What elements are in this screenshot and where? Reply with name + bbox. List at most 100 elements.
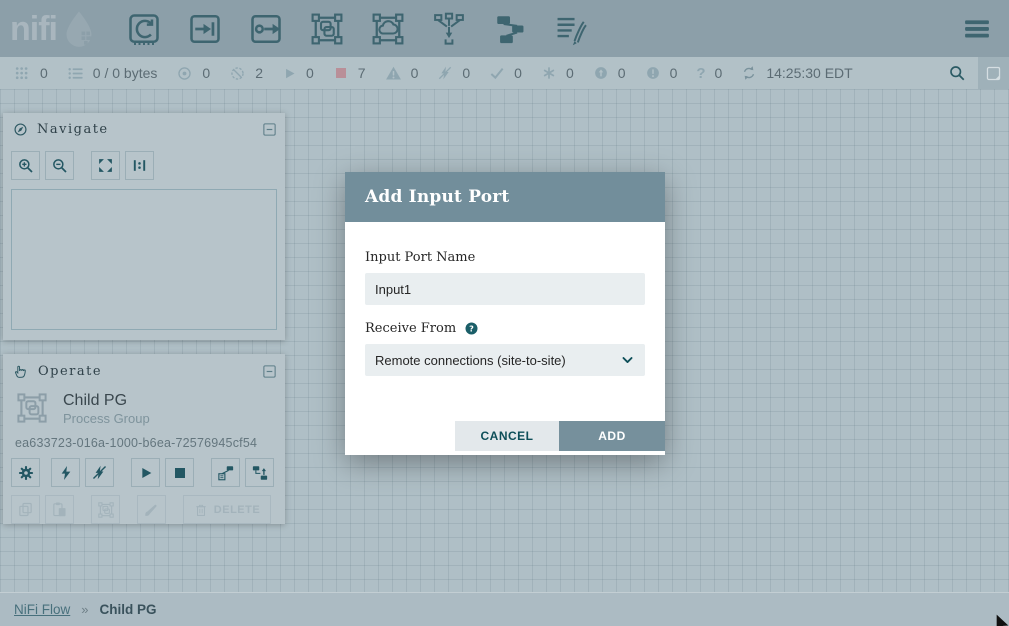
copy-button[interactable] bbox=[11, 495, 40, 524]
save-template-button[interactable] bbox=[211, 458, 240, 487]
process-group-icon bbox=[309, 11, 345, 47]
receive-from-selected-value: Remote connections (site-to-site) bbox=[375, 353, 566, 368]
question-circle-icon bbox=[464, 321, 479, 336]
breadcrumb-current: Child PG bbox=[99, 602, 156, 617]
selection-type: Process Group bbox=[63, 411, 150, 426]
stop-button[interactable] bbox=[165, 458, 194, 487]
dialog-header: Add Input Port bbox=[345, 172, 665, 222]
panel-toggle-icon bbox=[985, 65, 1002, 82]
threads-icon bbox=[14, 65, 31, 82]
global-menu-button[interactable] bbox=[961, 16, 993, 42]
process-group-icon bbox=[15, 391, 49, 425]
hand-pointer-icon bbox=[13, 363, 29, 379]
paste-icon bbox=[51, 501, 68, 518]
running-count: 0 bbox=[306, 65, 314, 81]
navigate-toolbar bbox=[3, 145, 285, 180]
receive-from-label-text: Receive From bbox=[365, 321, 456, 336]
delete-button[interactable]: DELETE bbox=[183, 495, 271, 524]
stat-transmitting: 0 bbox=[176, 65, 210, 82]
input-port-name-field[interactable] bbox=[365, 273, 645, 305]
stat-stopped: 7 bbox=[333, 65, 366, 81]
fill-color-button[interactable] bbox=[137, 495, 166, 524]
copy-icon bbox=[17, 501, 34, 518]
process-group-draggable[interactable] bbox=[308, 10, 346, 48]
operate-toolbar-row1 bbox=[3, 450, 285, 487]
paste-button[interactable] bbox=[45, 495, 74, 524]
zoom-fit-icon bbox=[97, 157, 114, 174]
operate-panel-header: Operate bbox=[3, 354, 285, 387]
enable-button[interactable] bbox=[51, 458, 80, 487]
nifi-app-window: nifi 0 0 / 0 bytes 0 2 0 7 0 0 0 0 0 0 ?… bbox=[0, 0, 1009, 626]
stopped-count: 7 bbox=[358, 65, 366, 81]
locally-modified-stale-icon bbox=[645, 65, 661, 81]
processor-draggable[interactable] bbox=[125, 10, 163, 48]
label-draggable[interactable] bbox=[552, 10, 590, 48]
refresh-button[interactable] bbox=[741, 65, 757, 81]
panel-toggle-button[interactable] bbox=[978, 57, 1009, 89]
fill-color-brush-icon bbox=[143, 501, 160, 518]
receive-from-help-button[interactable] bbox=[464, 321, 479, 336]
start-button[interactable] bbox=[131, 458, 160, 487]
running-icon bbox=[282, 66, 297, 81]
stat-queued: 0 / 0 bytes bbox=[67, 65, 158, 82]
template-draggable[interactable] bbox=[491, 10, 529, 48]
receive-from-dropdown[interactable]: Remote connections (site-to-site) bbox=[365, 344, 645, 376]
funnel-draggable[interactable] bbox=[430, 10, 468, 48]
operate-toolbar-row2: DELETE bbox=[3, 487, 285, 524]
locally-modified-icon bbox=[541, 65, 557, 81]
add-button[interactable]: ADD bbox=[559, 421, 665, 451]
zoom-in-button[interactable] bbox=[11, 151, 40, 180]
disable-bolt-icon bbox=[91, 464, 108, 481]
compass-icon bbox=[13, 122, 28, 137]
search-icon bbox=[948, 64, 966, 82]
actual-size-button[interactable] bbox=[125, 151, 154, 180]
up-to-date-icon bbox=[489, 65, 505, 81]
queued-icon bbox=[67, 65, 84, 82]
sync-failure-icon: ? bbox=[696, 65, 705, 82]
stat-active-threads: 0 bbox=[14, 65, 48, 82]
operate-panel: Operate Child PG Process Group ea633723-… bbox=[3, 354, 285, 524]
dialog-title: Add Input Port bbox=[365, 187, 510, 207]
navigate-panel-header: Navigate bbox=[3, 113, 285, 145]
navigate-collapse-button[interactable] bbox=[262, 122, 277, 137]
stale-icon bbox=[593, 65, 609, 81]
zoom-out-button[interactable] bbox=[45, 151, 74, 180]
operate-panel-title: Operate bbox=[38, 364, 102, 379]
transmitting-count: 0 bbox=[202, 65, 210, 81]
input-port-draggable[interactable] bbox=[186, 10, 224, 48]
stop-icon bbox=[172, 465, 188, 481]
app-header: nifi bbox=[0, 0, 1009, 57]
stat-stale: 0 bbox=[593, 65, 626, 81]
disabled-count: 0 bbox=[462, 65, 470, 81]
start-icon bbox=[138, 465, 154, 481]
output-port-draggable[interactable] bbox=[247, 10, 285, 48]
group-icon bbox=[97, 501, 115, 519]
chevron-down-icon bbox=[620, 353, 635, 368]
navigate-panel: Navigate bbox=[3, 113, 285, 340]
collapse-icon bbox=[262, 364, 277, 379]
configuration-button[interactable] bbox=[11, 458, 40, 487]
trash-icon bbox=[194, 503, 208, 517]
zoom-fit-button[interactable] bbox=[91, 151, 120, 180]
stat-disabled: 0 bbox=[437, 65, 470, 81]
remote-process-group-draggable[interactable] bbox=[369, 10, 407, 48]
group-button[interactable] bbox=[91, 495, 120, 524]
operate-collapse-button[interactable] bbox=[262, 364, 277, 379]
last-refreshed-time: 14:25:30 EDT bbox=[766, 65, 852, 81]
stat-sync-failure: ?0 bbox=[696, 65, 722, 82]
upload-template-button[interactable] bbox=[245, 458, 274, 487]
cancel-button[interactable]: CANCEL bbox=[455, 421, 559, 451]
sync-failure-count: 0 bbox=[715, 65, 723, 81]
dialog-buttons: CANCEL ADD bbox=[455, 421, 665, 451]
disable-button[interactable] bbox=[85, 458, 114, 487]
birdseye-map[interactable] bbox=[11, 189, 277, 330]
processor-icon bbox=[126, 11, 162, 47]
zoom-in-icon bbox=[17, 157, 35, 175]
search-button[interactable] bbox=[936, 57, 978, 89]
active-threads-count: 0 bbox=[40, 65, 48, 81]
breadcrumb-root-link[interactable]: NiFi Flow bbox=[14, 602, 70, 617]
mouse-cursor bbox=[995, 613, 1009, 626]
navigate-panel-title: Navigate bbox=[37, 122, 109, 137]
up-to-date-count: 0 bbox=[514, 65, 522, 81]
not-transmitting-icon bbox=[229, 65, 246, 82]
